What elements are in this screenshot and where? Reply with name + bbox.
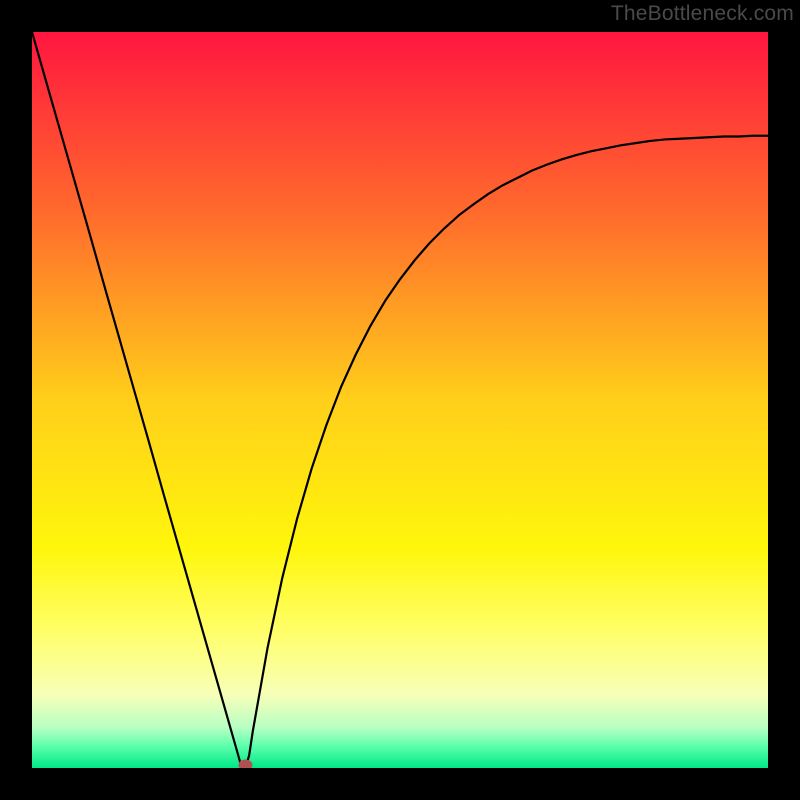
plot-area [32, 32, 768, 768]
watermark-text: TheBottleneck.com [611, 2, 794, 26]
chart-frame: TheBottleneck.com [0, 0, 800, 800]
gradient-background [32, 32, 768, 768]
bottleneck-curve-chart [32, 32, 768, 768]
